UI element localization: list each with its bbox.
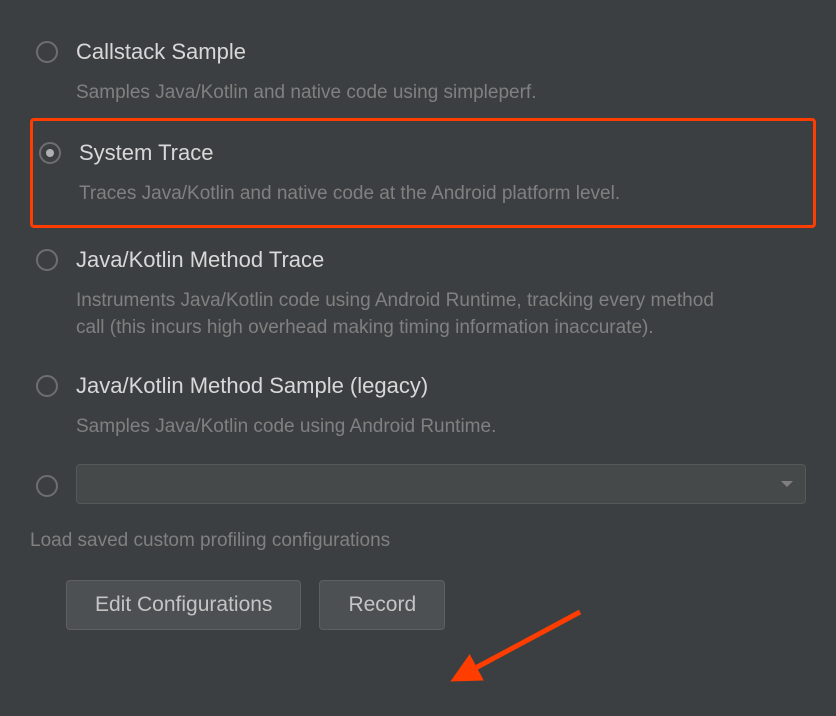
option-java-kotlin-method-trace[interactable]: Java/Kotlin Method Trace Instruments Jav… [30,228,816,354]
option-title: Java/Kotlin Method Trace [76,246,806,275]
radio-java-kotlin-method-trace[interactable] [36,249,58,271]
option-content: Java/Kotlin Method Trace Instruments Jav… [76,246,806,342]
option-description: Traces Java/Kotlin and native code at th… [79,180,739,208]
radio-system-trace[interactable] [39,142,61,164]
edit-configurations-button[interactable]: Edit Configurations [66,580,301,630]
option-java-kotlin-method-sample[interactable]: Java/Kotlin Method Sample (legacy) Sampl… [30,354,816,452]
option-title: Java/Kotlin Method Sample (legacy) [76,372,806,401]
option-title: Callstack Sample [76,38,806,67]
option-description: Samples Java/Kotlin and native code usin… [76,79,736,107]
option-callstack-sample[interactable]: Callstack Sample Samples Java/Kotlin and… [30,20,816,118]
record-button[interactable]: Record [319,580,445,630]
option-content: Callstack Sample Samples Java/Kotlin and… [76,38,806,106]
custom-config-dropdown[interactable] [76,464,806,504]
radio-callstack-sample[interactable] [36,41,58,63]
custom-config-row [30,452,816,516]
option-description: Instruments Java/Kotlin code using Andro… [76,287,736,342]
option-content: Java/Kotlin Method Sample (legacy) Sampl… [76,372,806,440]
hint-text: Load saved custom profiling configuratio… [30,516,816,576]
option-content: System Trace Traces Java/Kotlin and nati… [79,139,803,207]
option-system-trace[interactable]: System Trace Traces Java/Kotlin and nati… [30,118,816,228]
radio-java-kotlin-method-sample[interactable] [36,375,58,397]
chevron-down-icon [781,481,793,487]
option-description: Samples Java/Kotlin code using Android R… [76,413,736,441]
radio-custom-config[interactable] [36,475,58,497]
button-row: Edit Configurations Record [30,576,816,630]
option-title: System Trace [79,139,803,168]
